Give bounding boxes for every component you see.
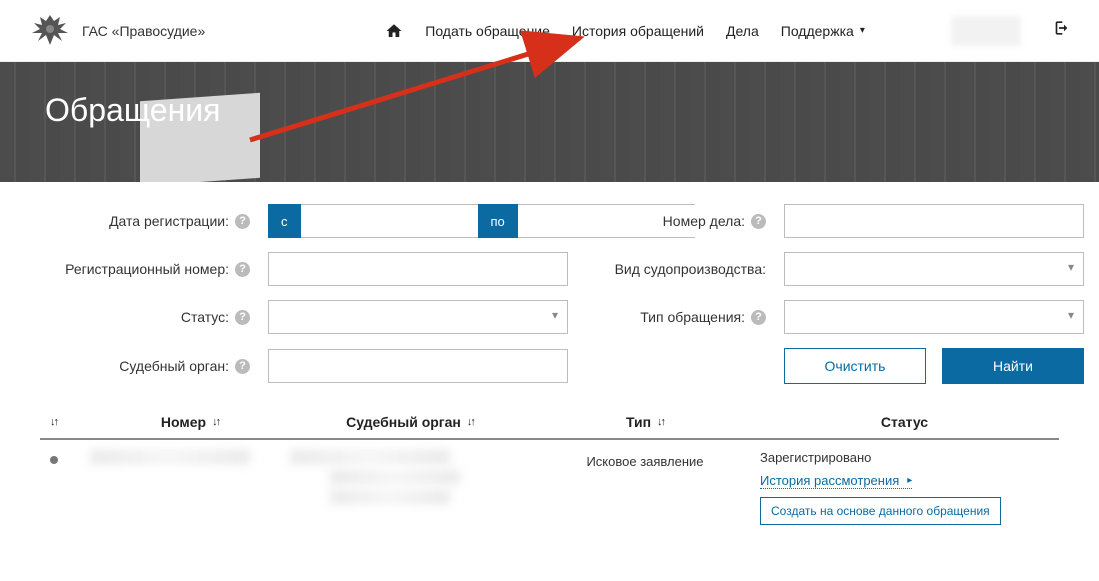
- find-button[interactable]: Найти: [942, 348, 1084, 384]
- help-icon[interactable]: ?: [235, 310, 250, 325]
- help-icon[interactable]: ?: [235, 262, 250, 277]
- help-icon[interactable]: ?: [751, 214, 766, 229]
- status-label: Статус: ?: [40, 309, 250, 325]
- reg-number-input[interactable]: [268, 252, 568, 286]
- filter-actions: Очистить Найти: [784, 348, 1084, 384]
- results-table: ↓↑ Номер↓↑ Судебный орган↓↑ Тип↓↑ Статус…: [40, 406, 1059, 535]
- proceeding-type-label: Вид судопроизводства:: [586, 261, 766, 277]
- nav-submit-appeal[interactable]: Подать обращение: [425, 23, 550, 39]
- logout-icon[interactable]: [1049, 18, 1069, 44]
- status-text: Зарегистрировано: [760, 450, 871, 465]
- user-name[interactable]: [951, 16, 1021, 46]
- proceeding-type-select[interactable]: [784, 252, 1084, 286]
- nav-appeal-history[interactable]: История обращений: [572, 23, 704, 39]
- date-from-input[interactable]: [301, 204, 478, 238]
- table-row: xxxxxxxxxxxxxx xxxxxxxxxxxxxx xxxxxxxxx …: [40, 440, 1059, 535]
- col-court[interactable]: Судебный орган↓↑: [290, 414, 530, 430]
- table-header: ↓↑ Номер↓↑ Судебный орган↓↑ Тип↓↑ Статус: [40, 406, 1059, 440]
- chevron-right-icon: ▸: [907, 475, 912, 486]
- brand-block: ГАС «Правосудие»: [30, 11, 205, 51]
- reg-date-label: Дата регистрации: ?: [40, 213, 250, 229]
- case-number-label: Номер дела: ?: [586, 213, 766, 229]
- appeal-type-select[interactable]: [784, 300, 1084, 334]
- home-icon[interactable]: [385, 22, 403, 40]
- court-input[interactable]: [268, 349, 568, 383]
- cell-court: xxxxxxxxxxxxxx xxxxxxxxx xxxxxxx: [290, 450, 530, 504]
- brand-title: ГАС «Правосудие»: [82, 23, 205, 39]
- main-nav: Подать обращение История обращений Дела …: [385, 22, 865, 40]
- appeal-type-label: Тип обращения: ?: [586, 309, 766, 325]
- help-icon[interactable]: ?: [235, 214, 250, 229]
- date-from-chip: с: [268, 204, 301, 238]
- header-right: [951, 16, 1069, 46]
- caret-down-icon: ▾: [860, 25, 865, 36]
- state-emblem-icon: [30, 11, 70, 51]
- page-banner: Обращения: [0, 62, 1099, 182]
- col-type[interactable]: Тип↓↑: [530, 414, 760, 430]
- case-number-input[interactable]: [784, 204, 1084, 238]
- cell-status: Зарегистрировано История рассмотрения ▸ …: [760, 450, 1049, 525]
- reg-date-range: с по: [268, 204, 568, 238]
- help-icon[interactable]: ?: [235, 359, 250, 374]
- nav-cases[interactable]: Дела: [726, 23, 759, 39]
- cell-type: Исковое заявление: [530, 450, 760, 469]
- nav-support[interactable]: Поддержка ▾: [781, 23, 865, 39]
- app-header: ГАС «Правосудие» Подать обращение Истори…: [0, 0, 1099, 62]
- sort-handle[interactable]: ↓↑: [50, 414, 90, 430]
- history-link[interactable]: История рассмотрения ▸: [760, 473, 912, 489]
- filter-panel: Дата регистрации: ? с по Номер дела: ? Р…: [0, 182, 1099, 394]
- help-icon[interactable]: ?: [751, 310, 766, 325]
- court-label: Судебный орган: ?: [40, 358, 250, 374]
- reg-number-label: Регистрационный номер: ?: [40, 261, 250, 277]
- row-marker-icon: [50, 456, 58, 464]
- date-to-chip: по: [478, 204, 518, 238]
- page-title: Обращения: [0, 62, 1099, 159]
- clear-button[interactable]: Очистить: [784, 348, 926, 384]
- status-select[interactable]: [268, 300, 568, 334]
- cell-number: xxxxxxxxxxxxxx: [90, 450, 290, 470]
- create-from-button[interactable]: Создать на основе данного обращения: [760, 497, 1001, 525]
- col-status: Статус: [760, 414, 1049, 430]
- col-number[interactable]: Номер↓↑: [90, 414, 290, 430]
